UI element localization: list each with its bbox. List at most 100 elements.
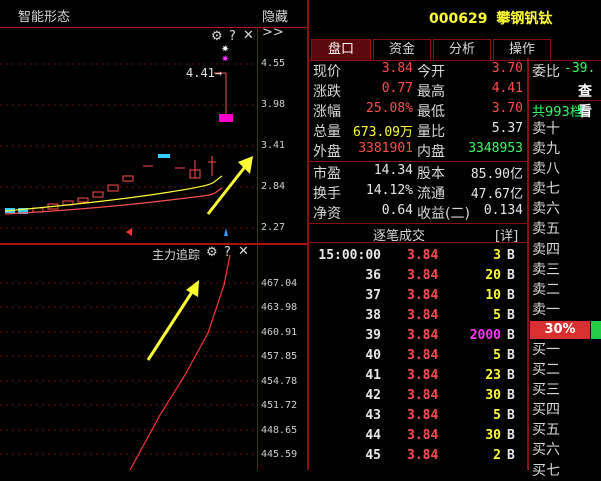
quote-label: 涨跌 xyxy=(313,84,341,100)
buy-level[interactable]: 买五 xyxy=(532,420,601,440)
sell-level[interactable]: 卖七 xyxy=(532,179,601,199)
sell-level[interactable]: 卖二 xyxy=(532,280,601,300)
quote-label: 量比 xyxy=(417,124,445,140)
trade-time: 41 xyxy=(365,368,381,383)
hide-button[interactable]: 隐藏>> xyxy=(262,6,307,40)
svg-text:✷: ✷ xyxy=(221,54,229,65)
quote-row: 现价 3.84 今开 3.70 xyxy=(313,61,525,81)
stock-header: 000629 攀钢钒钛 xyxy=(429,8,552,28)
candles xyxy=(5,72,233,214)
quote-value: 14.34 xyxy=(373,163,413,178)
chart-title: 智能形态 xyxy=(18,10,71,25)
quote-label: 今开 xyxy=(417,64,445,80)
trade-time: 44 xyxy=(365,428,381,443)
buy-level[interactable]: 买七 xyxy=(532,461,601,481)
sell-level[interactable]: 卖九 xyxy=(532,139,601,159)
sell-level[interactable]: 卖三 xyxy=(532,260,601,280)
trades-title: 逐笔成交 xyxy=(373,229,426,244)
trades-header: 逐笔成交 [详] xyxy=(309,224,527,244)
flow-tick: 457.85 xyxy=(261,351,298,362)
sell-level[interactable]: 卖四 xyxy=(532,240,601,260)
tab-zijin[interactable]: 资金 xyxy=(373,39,431,60)
trade-price: 3.84 xyxy=(407,248,439,263)
trade-volume: 20 xyxy=(485,268,501,283)
trade-row: 44 3.84 30 B xyxy=(309,428,527,448)
trade-price: 3.84 xyxy=(407,348,439,363)
trade-volume: 2 xyxy=(493,448,501,463)
buy-level[interactable]: 买四 xyxy=(532,400,601,420)
trade-time: 45 xyxy=(365,448,381,463)
price-axis-line xyxy=(257,28,258,243)
kline-chart: ✷ ✷ xyxy=(0,44,257,236)
weibi-label: 委比 xyxy=(532,64,560,80)
trade-price: 3.84 xyxy=(407,268,439,283)
quote-value: 0.134 xyxy=(483,203,523,218)
stock-name: 攀钢钒钛 xyxy=(496,11,553,27)
price-tick: 4.55 xyxy=(261,58,286,69)
quote-value: 3.70 xyxy=(491,101,523,116)
trade-side: B xyxy=(507,268,515,283)
ratio-bar-green xyxy=(591,321,601,339)
quote-value: 5.37 xyxy=(491,121,523,136)
price-tick: 2.84 xyxy=(261,181,286,192)
buy-level[interactable]: 买三 xyxy=(532,380,601,400)
buy-level[interactable]: 买二 xyxy=(532,360,601,380)
sell-level[interactable]: 卖六 xyxy=(532,199,601,219)
trade-time: 15:00:00 xyxy=(318,248,381,263)
stock-code: 000629 xyxy=(429,11,488,27)
trade-row: 41 3.84 23 B xyxy=(309,368,527,388)
trade-volume: 5 xyxy=(493,408,501,423)
trades-detail-link[interactable]: [详] xyxy=(495,225,518,244)
sell-levels: 卖十 卖九 卖八 卖七 卖六 卖五 卖四 卖三 卖二 卖一 xyxy=(532,119,601,320)
tab-pankou[interactable]: 盘口 xyxy=(311,39,371,60)
buy-level[interactable]: 买六 xyxy=(532,440,601,460)
quote-label: 流通 xyxy=(417,186,445,202)
quote-tabs: 盘口 资金 分析 操作 xyxy=(309,38,601,61)
view-row: 查看 xyxy=(532,81,601,120)
quote-label: 现价 xyxy=(313,64,341,80)
trade-row: 40 3.84 5 B xyxy=(309,348,527,368)
trade-row: 37 3.84 10 B xyxy=(309,288,527,308)
quote-label: 换手 xyxy=(313,186,341,202)
trade-price: 3.84 xyxy=(407,308,439,323)
trade-volume: 30 xyxy=(485,388,501,403)
chart-header: 智能形态 隐藏>> xyxy=(0,0,307,40)
quote-value: 3381901 xyxy=(358,141,413,156)
trade-row: 15:00:00 3.84 3 B xyxy=(309,248,527,268)
sell-level[interactable]: 卖八 xyxy=(532,159,601,179)
trade-volume: 3 xyxy=(493,248,501,263)
ratio-bar: 30% xyxy=(530,321,590,339)
trade-time: 39 xyxy=(365,328,381,343)
trade-volume: 5 xyxy=(493,348,501,363)
quote-value: 0.64 xyxy=(381,203,413,218)
quote-value: 4.41 xyxy=(491,81,523,96)
sell-level[interactable]: 卖十 xyxy=(532,119,601,139)
quote-label: 收益(二) xyxy=(417,206,470,222)
trade-side: B xyxy=(507,448,515,463)
trade-side: B xyxy=(507,248,515,263)
quote-row: 换手 14.12% 流通 47.67亿 xyxy=(313,183,525,203)
trade-time: 40 xyxy=(365,348,381,363)
quote-row: 涨跌 0.77 最高 4.41 xyxy=(313,81,525,101)
quote-label: 最高 xyxy=(417,84,445,100)
levels-row: 共993档 xyxy=(532,101,601,121)
quote-value: 25.08% xyxy=(366,101,413,116)
quote-label: 外盘 xyxy=(313,144,341,160)
buy-level[interactable]: 买一 xyxy=(532,340,601,360)
quote-value: 47.67亿 xyxy=(470,187,523,202)
trade-price: 3.84 xyxy=(407,428,439,443)
trade-price: 3.84 xyxy=(407,408,439,423)
trade-time: 36 xyxy=(365,268,381,283)
flow-tick: 451.72 xyxy=(261,400,298,411)
divider xyxy=(529,100,601,101)
tab-caozuo[interactable]: 操作 xyxy=(493,39,551,60)
flow-tick: 460.91 xyxy=(261,327,298,338)
sell-level[interactable]: 卖五 xyxy=(532,219,601,239)
trade-volume: 30 xyxy=(485,428,501,443)
trade-side: B xyxy=(507,368,515,383)
tab-fenxi[interactable]: 分析 xyxy=(433,39,491,60)
quote-value: 85.90亿 xyxy=(470,167,523,182)
flow-tick: 445.59 xyxy=(261,449,298,460)
sell-level[interactable]: 卖一 xyxy=(532,300,601,320)
quote-label: 最低 xyxy=(417,104,445,120)
